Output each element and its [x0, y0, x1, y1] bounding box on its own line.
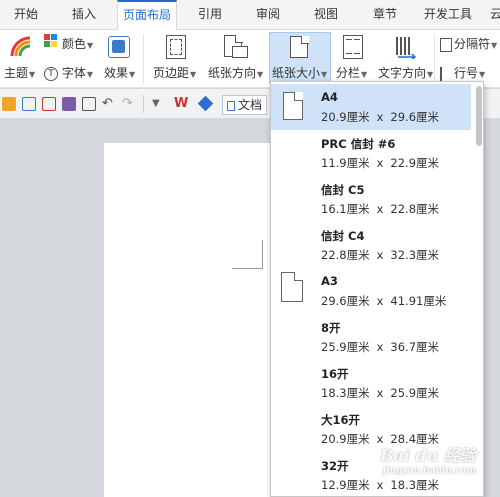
tab-page-layout[interactable]: 页面布局 — [117, 0, 177, 31]
theme-button[interactable]: 主题▼ — [4, 64, 35, 81]
ribbon-divider — [143, 34, 144, 84]
ribbon-page-layout: 主题▼ 颜色▼ T 字体▼ 效果▼ 页边距▼ 纸张方向▼ 纸张大小▼ 分栏▼ 文… — [0, 30, 500, 88]
paper-size-a4[interactable]: A4 20.9厘米 x 29.6厘米 — [271, 84, 471, 130]
text-direction-icon — [396, 37, 417, 59]
paper-icon — [283, 92, 303, 120]
tab-view[interactable]: 视图 — [304, 0, 348, 30]
cloud-docs-icon[interactable] — [197, 95, 214, 112]
ribbon-divider — [434, 34, 435, 84]
orientation-landscape-icon — [232, 46, 248, 58]
effects-icon[interactable] — [108, 36, 130, 58]
paper-size-icon — [290, 35, 309, 58]
document-tab[interactable]: 文档 — [222, 95, 268, 115]
document-icon — [227, 100, 235, 111]
tab-cloud[interactable]: 云 — [486, 0, 500, 30]
paper-size-dropdown: A4 20.9厘米 x 29.6厘米 PRC 信封 #6 11.9厘米 x 22.9厘米… — [270, 81, 484, 497]
paper-size-prc-envelope-6[interactable]: PRC 信封 #6 11.9厘米 x 22.9厘米 — [271, 130, 471, 176]
paper-size-8k[interactable]: 8开 25.9厘米 x 36.7厘米 — [271, 314, 471, 360]
print-preview-icon[interactable] — [82, 97, 96, 111]
effects-button[interactable]: 效果▼ — [104, 64, 135, 81]
paper-size-a3[interactable]: A3 29.6厘米 x 41.91厘米 — [271, 268, 471, 314]
paper-icon — [281, 272, 303, 302]
separator-button[interactable]: 分隔符▼ — [440, 35, 497, 52]
paper-size-label: 纸张大小▼ — [272, 66, 328, 80]
theme-icon[interactable] — [10, 36, 32, 58]
margins-icon — [166, 35, 186, 59]
tab-developer[interactable]: 开发工具 — [418, 0, 478, 30]
tab-insert[interactable]: 插入 — [62, 0, 106, 30]
undo-icon[interactable]: ↶ — [102, 97, 116, 111]
margins-button[interactable]: 页边距▼ — [153, 64, 196, 81]
font-button[interactable]: T 字体▼ — [44, 64, 93, 81]
export-pdf-icon[interactable] — [42, 97, 56, 111]
color-button[interactable]: 颜色▼ — [62, 35, 93, 52]
line-numbers-icon — [440, 66, 452, 81]
columns-button[interactable]: 分栏▼ — [336, 64, 367, 81]
more-dropdown-icon[interactable]: ▼ — [152, 97, 166, 111]
line-numbers-button[interactable]: 行号▼ — [440, 64, 485, 81]
columns-icon — [343, 35, 363, 59]
tab-references[interactable]: 引用 — [188, 0, 232, 30]
dropdown-scrollbar[interactable] — [475, 84, 482, 496]
save-icon[interactable] — [22, 97, 36, 111]
baidu-watermark: Bai du 经验 jingyan.baidu.com — [380, 446, 476, 476]
margin-corner-mark — [262, 240, 263, 269]
page-break-icon — [440, 37, 452, 52]
tab-sections[interactable]: 章节 — [363, 0, 407, 30]
tab-home[interactable]: 开始 — [4, 0, 48, 30]
text-direction-button[interactable]: 文字方向▼ — [378, 64, 433, 81]
scrollbar-thumb[interactable] — [476, 86, 482, 146]
orientation-button[interactable]: 纸张方向▼ — [208, 64, 263, 81]
font-icon: T — [44, 66, 58, 81]
paper-size-envelope-c4[interactable]: 信封 C4 22.8厘米 x 32.3厘米 — [271, 222, 471, 268]
margin-corner-mark — [232, 268, 262, 269]
paper-size-envelope-c5[interactable]: 信封 C5 16.1厘米 x 22.8厘米 — [271, 176, 471, 222]
color-scheme-icon — [44, 34, 57, 47]
tab-review[interactable]: 审阅 — [246, 0, 290, 30]
open-folder-icon[interactable] — [2, 97, 16, 111]
paper-size-16k[interactable]: 16开 18.3厘米 x 25.9厘米 — [271, 360, 471, 406]
print-icon[interactable] — [62, 97, 76, 111]
toolbar-divider — [143, 95, 144, 113]
wps-logo-icon[interactable]: W — [174, 97, 188, 111]
ribbon-tab-bar: 开始 插入 页面布局 引用 审阅 视图 章节 开发工具 云 — [0, 0, 500, 31]
redo-icon[interactable]: ↷ — [122, 97, 136, 111]
